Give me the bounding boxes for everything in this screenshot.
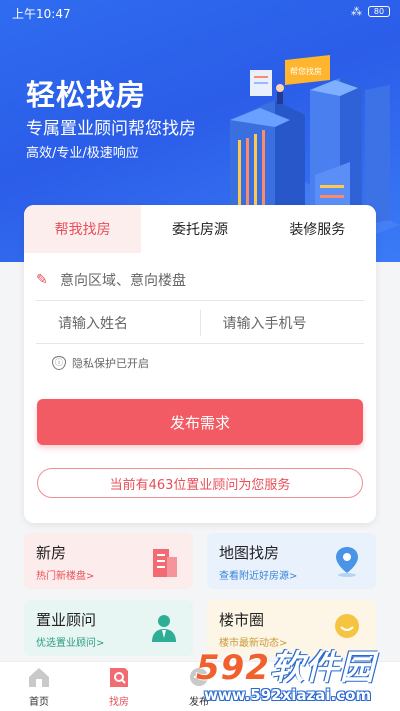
nav-home[interactable]: 首页 (14, 666, 64, 708)
sign-text: 帮您找房 (290, 66, 322, 76)
pencil-icon: ✎ (36, 271, 48, 288)
nav-find-house[interactable]: 找房 (94, 666, 144, 708)
feature-new-house[interactable]: 新房 热门新楼盘> (24, 533, 193, 589)
area-input[interactable]: ✎ 意向区域、意向楼盘 (36, 259, 364, 301)
watermark-text: 软件园 (269, 648, 375, 688)
area-input-placeholder: 意向区域、意向楼盘 (60, 272, 186, 289)
advisor-count-button[interactable]: 当前有463位置业顾问为您服务 (37, 468, 363, 498)
signal-icon: ⁂ (351, 5, 362, 18)
feature-map-search[interactable]: 地图找房 查看附近好房源> (207, 533, 376, 589)
status-time: 上午10:47 (12, 7, 71, 21)
building-icon (153, 549, 177, 577)
hero-subtitle: 专属置业顾问帮您找房 (26, 119, 196, 139)
site-watermark: 592软件园 www.592xiazai.com (196, 640, 396, 710)
contact-row: 请输入姓名 请输入手机号 (36, 302, 364, 344)
watermark-number: 592 (196, 648, 270, 688)
watermark-logo: 592软件园 (196, 640, 375, 689)
privacy-text: 隐私保护已开启 (72, 357, 149, 370)
nav-label: 首页 (29, 697, 49, 708)
tab-find-house[interactable]: 帮我找房 (24, 205, 142, 253)
home-icon (29, 668, 49, 687)
map-pin-icon (336, 547, 358, 577)
tab-entrust-listing[interactable]: 委托房源 (141, 205, 259, 253)
feature-advisor[interactable]: 置业顾问 优选置业顾问> (24, 600, 193, 656)
hero-tagline: 高效/专业/极速响应 (26, 146, 139, 161)
status-bar: 上午10:47 ⁂ 80 (0, 0, 400, 24)
shield-icon: ⓘ (52, 356, 66, 370)
search-house-icon (110, 668, 128, 687)
phone-input[interactable]: 请输入手机号 (201, 313, 365, 333)
advisor-icon (152, 615, 176, 642)
service-tabs: 帮我找房 委托房源 装修服务 (24, 205, 376, 253)
name-input[interactable]: 请输入姓名 (36, 313, 200, 333)
hero-title: 轻松找房 (26, 78, 147, 112)
tab-renovation[interactable]: 装修服务 (258, 205, 376, 253)
nav-label: 找房 (109, 697, 129, 708)
battery-icon: 80 (368, 6, 390, 17)
submit-request-button[interactable]: 发布需求 (37, 399, 363, 445)
privacy-notice: ⓘ 隐私保护已开启 (52, 355, 149, 371)
watermark-url: www.592xiazai.com (204, 686, 372, 704)
find-house-card: 帮我找房 委托房源 装修服务 ✎ 意向区域、意向楼盘 请输入姓名 请输入手机号 … (24, 205, 376, 523)
